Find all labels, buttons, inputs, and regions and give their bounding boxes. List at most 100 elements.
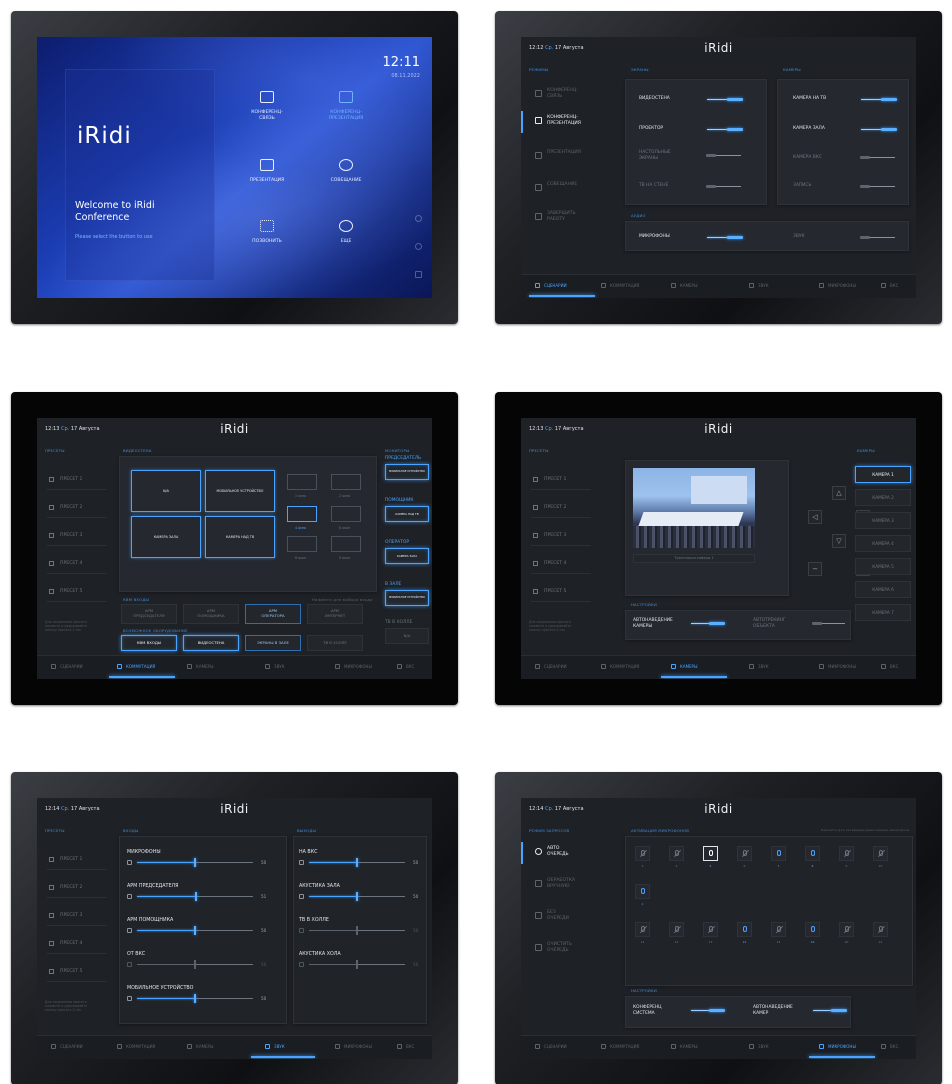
tab-sound[interactable]: ЗВУК bbox=[265, 1044, 285, 1049]
equipment-button[interactable]: ЭКРАНЫ В ЗАЛЕ bbox=[245, 635, 301, 651]
speaker-icon[interactable] bbox=[299, 894, 304, 899]
camera-select-button[interactable]: КАМЕРА 2 bbox=[855, 489, 911, 506]
volume-slider[interactable] bbox=[137, 926, 253, 935]
conference-system-toggle[interactable] bbox=[691, 1009, 725, 1012]
microphone-button[interactable] bbox=[771, 922, 786, 937]
call-button[interactable]: ПОЗВОНИТЬ bbox=[237, 220, 297, 245]
tab-switching[interactable]: КОММУТАЦИЯ bbox=[601, 664, 639, 669]
kvm-input-button[interactable]: АРМ ПРЕДСЕДАТЕЛЯ bbox=[121, 604, 177, 624]
volume-slider[interactable] bbox=[309, 892, 405, 901]
tab-sound[interactable]: ЗВУК bbox=[265, 664, 285, 669]
tab-cameras[interactable]: КАМЕРЫ bbox=[671, 664, 698, 669]
pan-up-button[interactable]: △ bbox=[832, 486, 846, 500]
speaker-icon[interactable] bbox=[299, 860, 304, 865]
tab-scenarios[interactable]: СЦЕНАРИИ bbox=[535, 1044, 567, 1049]
monitor-source-button[interactable]: КАМЕРА НАД ТВ bbox=[385, 506, 429, 522]
preset-button[interactable]: ПРЕСЕТ 1 bbox=[47, 470, 107, 490]
pan-left-button[interactable]: ◁ bbox=[808, 510, 822, 524]
speaker-icon[interactable] bbox=[127, 962, 132, 967]
tab-microphones[interactable]: МИКРОФОНЫ bbox=[335, 664, 372, 669]
tab-scenarios[interactable]: СЦЕНАРИИ bbox=[51, 1044, 83, 1049]
desk-screens-toggle[interactable] bbox=[706, 154, 741, 157]
volume-knob[interactable] bbox=[194, 926, 196, 935]
equipment-button[interactable]: ВИДЕОСТЕНА bbox=[183, 635, 239, 651]
videowall-cell[interactable]: КАМЕРА ЗАЛА bbox=[131, 516, 201, 558]
microphone-button[interactable] bbox=[737, 846, 752, 861]
power-icon[interactable] bbox=[415, 243, 422, 250]
menu-item-finish[interactable]: ЗАВЕРШИТЬ РАБОТУ bbox=[531, 207, 601, 229]
auto-track-toggle[interactable] bbox=[812, 622, 845, 625]
camera-select-button[interactable]: КАМЕРА 6 bbox=[855, 581, 911, 598]
layout-4-windows-icon[interactable] bbox=[287, 506, 317, 522]
volume-knob[interactable] bbox=[194, 994, 196, 1003]
layout-8-windows-icon[interactable] bbox=[287, 536, 317, 552]
speaker-icon[interactable] bbox=[299, 962, 304, 967]
microphone-button[interactable] bbox=[839, 922, 854, 937]
speaker-icon[interactable] bbox=[127, 860, 132, 865]
speaker-icon[interactable] bbox=[127, 928, 132, 933]
microphone-button[interactable] bbox=[805, 922, 820, 937]
tab-microphones[interactable]: МИКРОФОНЫ bbox=[819, 1044, 856, 1049]
preset-button[interactable]: ПРЕСЕТ 4 bbox=[47, 554, 107, 574]
layout-9-windows-icon[interactable] bbox=[331, 536, 361, 552]
tab-cameras[interactable]: КАМЕРЫ bbox=[187, 664, 214, 669]
volume-slider[interactable] bbox=[309, 858, 405, 867]
layout-6-windows-icon[interactable] bbox=[331, 506, 361, 522]
sound-toggle[interactable] bbox=[860, 236, 895, 239]
menu-item-clear-queue[interactable]: ОЧИСТИТЬ ОЧЕРЕДЬ bbox=[531, 938, 601, 960]
equipment-button[interactable]: КВМ ВХОДЫ bbox=[121, 635, 177, 651]
tab-cameras[interactable]: КАМЕРЫ bbox=[187, 1044, 214, 1049]
videowall-cell[interactable]: N/A bbox=[131, 470, 201, 512]
videowall-toggle[interactable] bbox=[707, 98, 743, 101]
preset-button[interactable]: ПРЕСЕТ 5 bbox=[47, 962, 107, 982]
mode-video-conference-button[interactable]: КОНФЕРЕНЦ- СВЯЗЬ bbox=[237, 91, 297, 122]
tv-camera-toggle[interactable] bbox=[861, 98, 897, 101]
record-toggle[interactable] bbox=[860, 185, 895, 188]
more-button[interactable]: ЕЩЕ bbox=[316, 220, 376, 245]
tab-sound[interactable]: ЗВУК bbox=[749, 1044, 769, 1049]
microphone-button[interactable] bbox=[703, 922, 718, 937]
layout-2-windows-icon[interactable] bbox=[331, 474, 361, 490]
camera-select-button[interactable]: КАМЕРА 1 bbox=[855, 466, 911, 483]
microphone-button[interactable] bbox=[635, 922, 650, 937]
monitor-source-button[interactable]: N/A bbox=[385, 628, 429, 644]
volume-slider[interactable] bbox=[309, 960, 405, 969]
preset-button[interactable]: ПРЕСЕТ 3 bbox=[531, 526, 591, 546]
microphone-button[interactable] bbox=[771, 846, 786, 861]
microphones-toggle[interactable] bbox=[707, 236, 743, 239]
preset-button[interactable]: ПРЕСЕТ 3 bbox=[47, 526, 107, 546]
preset-button[interactable]: ПРЕСЕТ 5 bbox=[531, 582, 591, 602]
auto-cameras-toggle[interactable] bbox=[813, 1009, 847, 1012]
volume-knob[interactable] bbox=[356, 960, 358, 969]
menu-item-conference-presentation[interactable]: КОНФЕРЕНЦ- ПРЕЗЕНТАЦИЯ bbox=[521, 111, 601, 133]
volume-knob[interactable] bbox=[194, 858, 196, 867]
volume-knob[interactable] bbox=[195, 892, 197, 901]
hall-camera-toggle[interactable] bbox=[861, 128, 897, 131]
tab-microphones[interactable]: МИКРОФОНЫ bbox=[819, 664, 856, 669]
preset-button[interactable]: ПРЕСЕТ 5 bbox=[47, 582, 107, 602]
preset-button[interactable]: ПРЕСЕТ 2 bbox=[47, 498, 107, 518]
tab-switching[interactable]: КОММУТАЦИЯ bbox=[117, 1044, 155, 1049]
tab-vcs[interactable]: ВКС bbox=[397, 1044, 414, 1049]
speaker-icon[interactable] bbox=[299, 928, 304, 933]
volume-knob[interactable] bbox=[194, 960, 196, 969]
preset-button[interactable]: ПРЕСЕТ 1 bbox=[531, 470, 591, 490]
menu-item-auto-queue[interactable]: АВТО ОЧЕРЕДЬ bbox=[521, 842, 601, 864]
tab-sound[interactable]: ЗВУК bbox=[749, 664, 769, 669]
preset-button[interactable]: ПРЕСЕТ 4 bbox=[531, 554, 591, 574]
microphone-button[interactable] bbox=[839, 846, 854, 861]
settings-icon[interactable] bbox=[415, 215, 422, 222]
microphone-button[interactable] bbox=[669, 922, 684, 937]
microphone-button[interactable] bbox=[703, 846, 718, 861]
volume-slider[interactable] bbox=[137, 858, 253, 867]
microphone-button[interactable] bbox=[635, 846, 650, 861]
pan-down-button[interactable]: ▽ bbox=[832, 534, 846, 548]
monitor-source-button[interactable]: КАМЕРА ЗАЛА bbox=[385, 548, 429, 564]
camera-select-button[interactable]: КАМЕРА 5 bbox=[855, 558, 911, 575]
tab-vcs[interactable]: ВКС bbox=[881, 664, 898, 669]
camera-select-button[interactable]: КАМЕРА 7 bbox=[855, 604, 911, 621]
tab-scenarios[interactable]: СЦЕНАРИИ bbox=[535, 664, 567, 669]
equipment-button[interactable]: ТВ В ХОЛЛЕ bbox=[307, 635, 363, 651]
kvm-input-button[interactable]: АРМ ПОМОЩНИКА bbox=[183, 604, 239, 624]
monitor-source-button[interactable]: МОБИЛЬНОЕ УСТРОЙСТВО bbox=[385, 590, 429, 606]
